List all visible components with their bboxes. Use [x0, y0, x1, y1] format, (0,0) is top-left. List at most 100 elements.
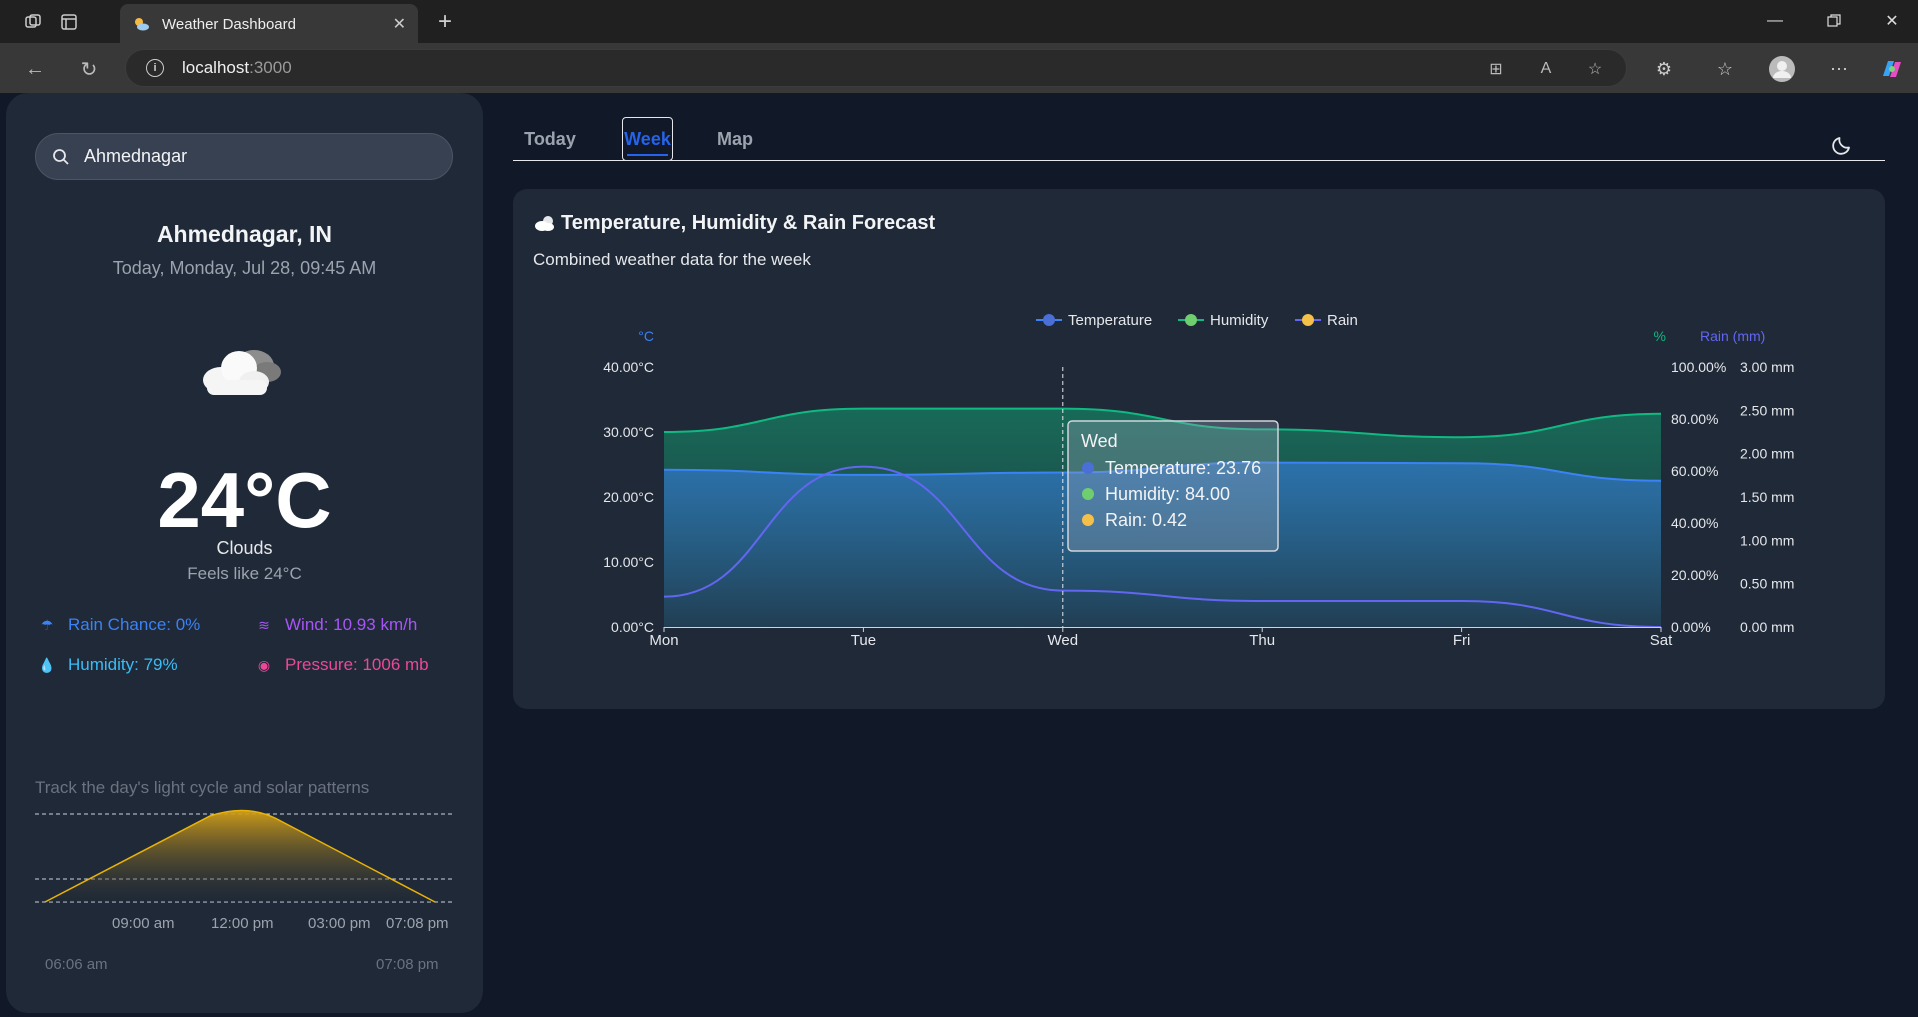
- tooltip-dot-0: [1082, 462, 1094, 474]
- browser-titlebar: Weather Dashboard ✕ + — ✕: [0, 0, 1918, 44]
- y-right2-tick-label: 3.00 mm: [1740, 359, 1794, 375]
- y-left-tick-label: 20.00°C: [603, 489, 654, 505]
- copilot-icon[interactable]: [1878, 55, 1906, 83]
- extensions-icon[interactable]: ⚙: [1650, 55, 1678, 83]
- tab-map[interactable]: Map: [705, 117, 765, 161]
- reload-icon[interactable]: ↻: [75, 55, 103, 83]
- weather-condition: Clouds: [216, 538, 273, 558]
- search-icon: [53, 148, 69, 165]
- y-right1-tick-label: 100.00%: [1671, 359, 1726, 375]
- restore-icon[interactable]: [1814, 8, 1854, 34]
- address-bar[interactable]: i localhost:3000 ⊞ A ☆: [125, 49, 1627, 87]
- browser-tab[interactable]: Weather Dashboard ✕: [120, 4, 418, 44]
- x-tick-label: Thu: [1249, 632, 1275, 649]
- y-right2-axis-label: Rain (mm): [1700, 328, 1765, 344]
- rain-chance-stat: ☂ Rain Chance: 0%: [38, 615, 201, 635]
- read-aloud-icon[interactable]: A: [1534, 58, 1558, 80]
- app-available-icon[interactable]: ⊞: [1484, 58, 1508, 80]
- page: Ahmednagar, IN Today, Monday, Jul 28, 09…: [0, 93, 1918, 1017]
- search-input[interactable]: [84, 146, 404, 167]
- search-box[interactable]: [35, 133, 453, 180]
- site-info-icon[interactable]: i: [146, 59, 164, 77]
- y-right2-tick-label: 2.00 mm: [1740, 446, 1794, 462]
- sunset-time: 07:08 pm: [376, 956, 439, 973]
- y-right1-tick-label: 20.00%: [1671, 567, 1718, 583]
- workspaces-icon[interactable]: [20, 9, 46, 35]
- sunrise-time: 06:06 am: [45, 956, 108, 973]
- address-bar-row: ← ↻ i localhost:3000 ⊞ A ☆ ⚙ ☆ ⋯: [0, 43, 1918, 93]
- city-name: Ahmednagar, IN: [156, 221, 333, 247]
- sidebar: Ahmednagar, IN Today, Monday, Jul 28, 09…: [6, 93, 483, 1013]
- tooltip-title: Wed: [1081, 431, 1118, 451]
- y-right1-tick-label: 0.00%: [1671, 619, 1711, 635]
- current-date: Today, Monday, Jul 28, 09:45 AM: [112, 258, 377, 278]
- sun-tick-2: 03:00 pm: [308, 915, 371, 932]
- y-right1-tick-label: 40.00%: [1671, 515, 1718, 531]
- forecast-chart[interactable]: Mon Tue Wed Thu Fri Sat°C40.00°C30.00°C20.00°…: [513, 189, 1885, 709]
- x-tick-label: Wed: [1048, 632, 1079, 649]
- dark-mode-moon-icon[interactable]: [1830, 133, 1854, 157]
- more-menu-icon[interactable]: ⋯: [1825, 55, 1853, 83]
- tooltip-dot-2: [1082, 514, 1094, 526]
- url-text: localhost:3000: [182, 58, 292, 77]
- rain-chance-text: Rain Chance: 0%: [68, 615, 201, 634]
- favorites-icon[interactable]: ☆: [1711, 55, 1739, 83]
- tooltip-line-1: Humidity: 84.00: [1105, 484, 1230, 504]
- y-right1-tick-label: 80.00%: [1671, 411, 1718, 427]
- sun-tick-3: 07:08 pm: [386, 915, 449, 932]
- tab-today[interactable]: Today: [513, 117, 587, 161]
- tooltip-line-0: Temperature: 23.76: [1105, 458, 1261, 478]
- vertical-tabs-icon[interactable]: [56, 9, 82, 35]
- x-tick-label: Fri: [1453, 632, 1471, 649]
- droplet-icon: 💧: [38, 656, 56, 673]
- view-tabs: Today Week Map: [513, 113, 1885, 161]
- gauge-icon: ◉: [257, 656, 271, 673]
- x-tick-label: Sat: [1650, 632, 1673, 649]
- favorite-star-icon[interactable]: ☆: [1583, 58, 1607, 80]
- y-right1-axis-label: %: [1654, 328, 1666, 344]
- sun-cycle-title: Track the day's light cycle and solar pa…: [35, 778, 370, 797]
- legend-dot-rain: [1302, 314, 1314, 326]
- humidity-stat: 💧 Humidity: 79%: [38, 655, 178, 675]
- y-left-tick-label: 30.00°C: [603, 424, 654, 440]
- legend-label-humidity: Humidity: [1210, 312, 1269, 329]
- tooltip-line-2: Rain: 0.42: [1105, 510, 1187, 530]
- y-right2-tick-label: 0.50 mm: [1740, 576, 1794, 592]
- legend-label-temperature: Temperature: [1068, 312, 1152, 329]
- sun-tick-0: 09:00 am: [112, 915, 175, 932]
- current-temperature: 24°C: [157, 456, 332, 544]
- tab-title: Weather Dashboard: [162, 15, 296, 33]
- y-left-tick-label: 40.00°C: [603, 359, 654, 375]
- new-tab-icon[interactable]: +: [432, 8, 458, 35]
- weather-favicon-icon: [135, 18, 149, 31]
- wind-stat: ≋ Wind: 10.93 km/h: [255, 615, 417, 635]
- legend-dot-humidity: [1185, 314, 1197, 326]
- cloud-icon: [199, 338, 289, 403]
- wind-text: Wind: 10.93 km/h: [285, 615, 418, 634]
- y-left-tick-label: 10.00°C: [603, 554, 654, 570]
- profile-avatar-icon[interactable]: [1768, 55, 1796, 83]
- y-right2-tick-label: 0.00 mm: [1740, 619, 1794, 635]
- y-right1-tick-label: 60.00%: [1671, 463, 1718, 479]
- forecast-card: Temperature, Humidity & Rain Forecast Co…: [513, 189, 1885, 709]
- legend-label-rain: Rain: [1327, 312, 1358, 329]
- minimize-icon[interactable]: —: [1755, 8, 1795, 34]
- close-tab-icon[interactable]: ✕: [393, 14, 406, 34]
- feels-like: Feels like 24°C: [187, 564, 302, 583]
- wind-icon: ≋: [258, 616, 270, 633]
- y-right2-tick-label: 1.00 mm: [1740, 532, 1794, 548]
- close-window-icon[interactable]: ✕: [1872, 8, 1912, 34]
- back-icon[interactable]: ←: [21, 55, 49, 83]
- y-right2-tick-label: 2.50 mm: [1740, 402, 1794, 418]
- x-tick-label: Tue: [851, 632, 876, 649]
- pressure-text: Pressure: 1006 mb: [285, 655, 429, 674]
- y-right2-tick-label: 1.50 mm: [1740, 489, 1794, 505]
- pressure-stat: ◉ Pressure: 1006 mb: [255, 655, 429, 675]
- humidity-text: Humidity: 79%: [68, 655, 178, 674]
- tab-week[interactable]: Week: [622, 117, 673, 161]
- tooltip-dot-1: [1082, 488, 1094, 500]
- legend-dot-temperature: [1043, 314, 1055, 326]
- y-left-axis-label: °C: [638, 328, 654, 344]
- sun-cycle-chart: [35, 809, 455, 903]
- rain-icon: ☂: [40, 616, 54, 633]
